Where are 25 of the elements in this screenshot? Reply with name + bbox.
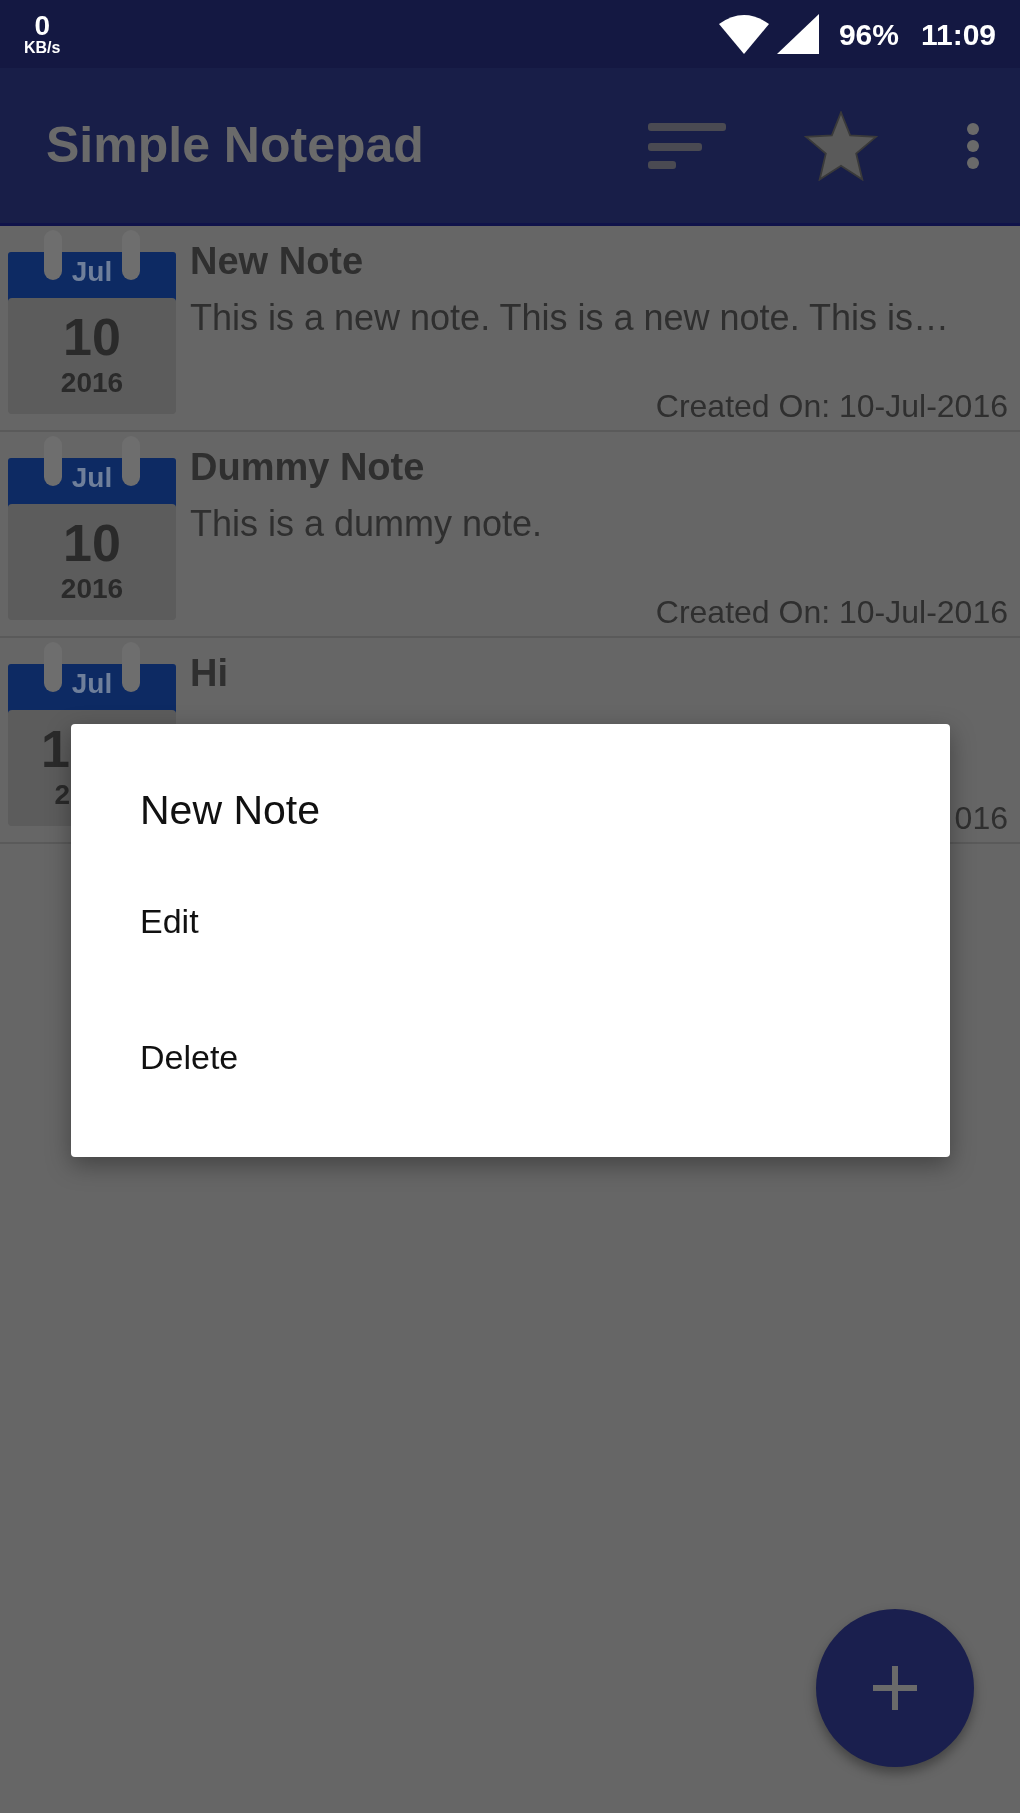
calendar-icon bbox=[8, 436, 176, 620]
app-title: Simple Notepad bbox=[46, 116, 424, 175]
dialog-option[interactable]: Delete bbox=[140, 1035, 950, 1079]
star-icon[interactable] bbox=[804, 110, 878, 181]
plus-icon bbox=[873, 1666, 917, 1710]
network-speed-value: 0 bbox=[34, 12, 50, 40]
calendar-month: Jul bbox=[71, 464, 113, 492]
calendar-month: Jul bbox=[71, 670, 113, 698]
sort-icon[interactable] bbox=[648, 120, 726, 171]
note-preview: This is a dummy note. bbox=[190, 504, 544, 544]
dialog-title: New Note bbox=[140, 786, 321, 835]
signal-icon bbox=[776, 14, 819, 54]
calendar-month: Jul bbox=[71, 258, 113, 286]
more-options-icon[interactable] bbox=[966, 121, 980, 170]
created-date: Created On: 10-Jul-2016 bbox=[655, 388, 1008, 424]
created-date: Created On: 10-Jul-2016 bbox=[655, 594, 1008, 630]
note-title: Dummy Note bbox=[190, 445, 426, 490]
network-speed-unit: KB/s bbox=[24, 40, 61, 56]
created-date: 016 bbox=[954, 800, 1008, 836]
note-title: New Note bbox=[190, 239, 365, 284]
wifi-icon bbox=[718, 14, 769, 54]
dialog-option[interactable]: Edit bbox=[140, 899, 950, 943]
clock: 11:09 bbox=[920, 16, 996, 53]
battery-level: 96% bbox=[838, 16, 899, 53]
calendar-icon bbox=[8, 230, 176, 414]
